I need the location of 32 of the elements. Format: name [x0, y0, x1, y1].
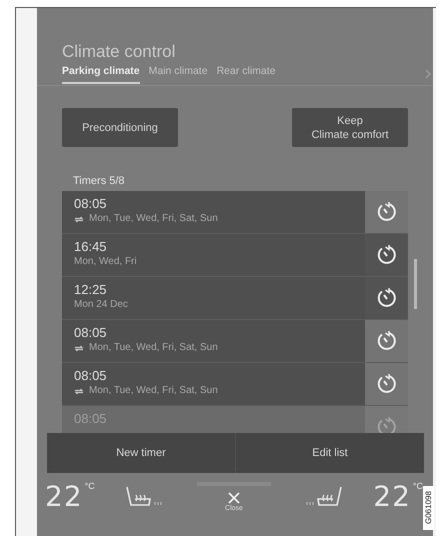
temperature-display[interactable]: 22$^{°C}$ — [45, 481, 95, 513]
timer-icon[interactable] — [376, 244, 398, 266]
timer-days: Mon, Tue, Wed, Fri, Sat, Sun — [89, 384, 218, 398]
temperature-display[interactable]: 22$^{°C}$ — [373, 481, 423, 513]
timer-row[interactable]: 12:25 Mon 24 Dec — [62, 277, 408, 320]
close-icon — [228, 492, 240, 504]
timer-row[interactable]: 16:45 Mon, Wed, Fri — [62, 234, 408, 277]
timer-icon[interactable] — [376, 287, 398, 309]
action-button[interactable]: Keep Climate comfort — [292, 108, 408, 147]
timer-days: Mon, Wed, Fri — [74, 255, 137, 269]
timer-time: 12:25 — [74, 282, 108, 298]
action-bar-button[interactable]: Edit list — [235, 433, 424, 473]
timer-time: 16:45 — [74, 239, 108, 255]
timer-days: Mon 24 Dec — [74, 298, 128, 312]
timer-icon[interactable] — [376, 201, 398, 223]
timer-icon[interactable] — [376, 330, 398, 352]
timer-row[interactable]: 08:05 Mon, Tue, Wed, Fri, Sat, Sun — [62, 320, 408, 363]
timer-row[interactable]: 08:05 Mon, Tue, Wed, Fri, Sat, Sun — [62, 191, 408, 234]
scrollbar[interactable] — [414, 259, 417, 309]
figure-id: G061098 — [423, 486, 434, 530]
timer-time: 08:05 — [74, 325, 108, 341]
timer-time: 08:05 — [74, 368, 108, 384]
screen-title: Climate control — [62, 42, 176, 62]
timer-row[interactable]: 08:05 Mon, Tue, Wed, Fri, Sat, Sun — [62, 363, 408, 406]
action-button[interactable]: Preconditioning — [62, 108, 178, 147]
timer-icon[interactable] — [376, 373, 398, 395]
tab[interactable]: Parking climate — [62, 63, 140, 84]
timer-time: 08:05 — [74, 196, 108, 212]
timers-label: Timers 5/8 — [73, 175, 126, 189]
timer-days: Mon, Tue, Wed, Fri, Sat, Sun — [89, 212, 218, 226]
action-bar-button[interactable]: New timer — [47, 433, 235, 473]
timer-days: Mon, Tue, Wed, Fri, Sat, Sun — [89, 341, 218, 355]
